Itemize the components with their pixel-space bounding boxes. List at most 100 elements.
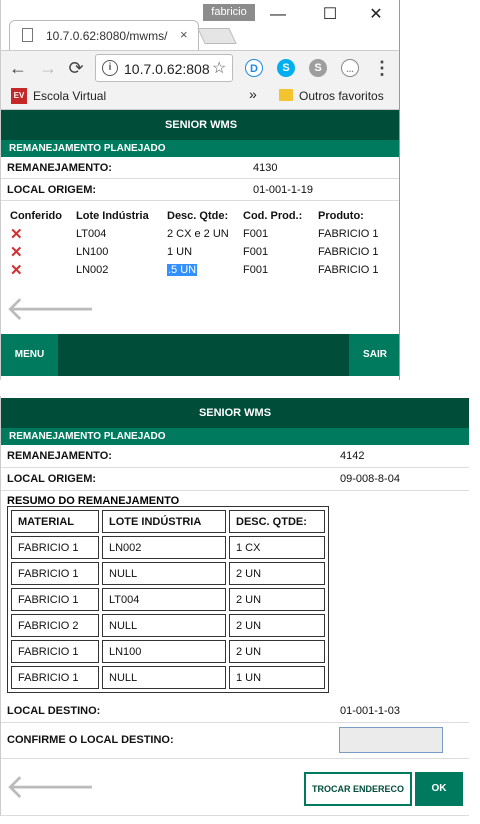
cell-qtde: 1 CX bbox=[229, 536, 325, 559]
cell-desc: 1 UN bbox=[167, 246, 193, 258]
bookmarks-bar: EV Escola Virtual » Outros favoritos bbox=[1, 84, 399, 110]
cell-lote: NULL bbox=[102, 666, 226, 689]
tab-title: 10.7.0.62:8080/mwms/ bbox=[46, 29, 168, 43]
footer-bar bbox=[1, 334, 399, 376]
sair-button[interactable]: SAIR bbox=[349, 334, 399, 376]
not-checked-icon: ✕ bbox=[10, 262, 23, 279]
browser-toolbar: ← → ⟳ i 10.7.0.62:8080 ☆ D S S ... ⋮ bbox=[1, 50, 399, 84]
forward-icon[interactable]: → bbox=[37, 57, 59, 79]
confirme-label: CONFIRME O LOCAL DESTINO: bbox=[7, 734, 174, 746]
col-lote-industria: Lote Indústria bbox=[76, 210, 149, 222]
extension-dots-icon[interactable]: ... bbox=[341, 59, 359, 77]
cell-qtde: 2 UN bbox=[229, 588, 325, 611]
table-row: FABRICIO 1 NULL 2 UN bbox=[11, 562, 325, 585]
trocar-endereco-button[interactable]: TROCAR ENDERECO bbox=[304, 772, 412, 806]
local-destino-input[interactable] bbox=[339, 727, 443, 753]
ok-button[interactable]: OK bbox=[415, 772, 463, 806]
reload-icon[interactable]: ⟳ bbox=[65, 57, 87, 79]
screen2-panel: SENIOR WMS REMANEJAMENTO PLANEJADO REMAN… bbox=[0, 396, 469, 816]
remanejamento-row: REMANEJAMENTO: 4142 bbox=[1, 445, 469, 468]
local-destino-label: LOCAL DESTINO: bbox=[7, 705, 101, 717]
local-destino-value: 01-001-1-03 bbox=[340, 705, 400, 717]
url-text[interactable]: 10.7.0.62:8080 bbox=[124, 61, 210, 77]
cell-cod: F001 bbox=[243, 246, 269, 258]
th-material: MATERIAL bbox=[11, 510, 99, 533]
table-header-row: MATERIAL LOTE INDÚSTRIA DESC. QTDE: bbox=[11, 510, 325, 533]
back-icon[interactable]: ← bbox=[7, 57, 29, 79]
cell-material: FABRICIO 1 bbox=[11, 562, 99, 585]
folder-icon bbox=[279, 89, 293, 101]
table-row: FABRICIO 1 LN100 2 UN bbox=[11, 640, 325, 663]
local-origem-row: LOCAL ORIGEM: 01-001-1-19 bbox=[1, 179, 399, 201]
th-lote-industria: LOTE INDÚSTRIA bbox=[102, 510, 226, 533]
skype-gray-icon[interactable]: S bbox=[309, 59, 327, 77]
col-conferido: Conferido bbox=[10, 210, 62, 222]
cell-material: FABRICIO 1 bbox=[11, 536, 99, 559]
bookmark-escola-virtual[interactable]: Escola Virtual bbox=[33, 89, 106, 103]
remanejamento-label: REMANEJAMENTO: bbox=[7, 162, 112, 174]
col-cod-prod: Cod. Prod.: bbox=[243, 210, 303, 222]
cell-qtde: 2 UN bbox=[229, 614, 325, 637]
extension-d-icon[interactable]: D bbox=[245, 59, 263, 77]
section-title: REMANEJAMENTO PLANEJADO bbox=[1, 428, 469, 445]
table-row: FABRICIO 2 NULL 2 UN bbox=[11, 614, 325, 637]
browser-window: fabricio — ☐ ✕ 10.7.0.62:8080/mwms/ × ← … bbox=[0, 0, 400, 380]
new-tab-button[interactable] bbox=[197, 28, 237, 44]
section-title: REMANEJAMENTO PLANEJADO bbox=[1, 140, 399, 157]
local-origem-label: LOCAL ORIGEM: bbox=[7, 473, 97, 485]
cell-material: FABRICIO 1 bbox=[11, 640, 99, 663]
local-origem-value: 01-001-1-19 bbox=[253, 184, 313, 196]
menu-button[interactable]: MENU bbox=[1, 334, 58, 376]
page-icon bbox=[22, 28, 33, 42]
local-origem-label: LOCAL ORIGEM: bbox=[7, 184, 97, 196]
browser-tab[interactable]: 10.7.0.62:8080/mwms/ × bbox=[9, 20, 199, 50]
maximize-button[interactable]: ☐ bbox=[315, 4, 345, 26]
skype-icon[interactable]: S bbox=[277, 59, 295, 77]
cell-desc-selected[interactable]: .5 UN bbox=[167, 264, 198, 276]
cell-lote: NULL bbox=[102, 614, 226, 637]
cell-material: FABRICIO 2 bbox=[11, 614, 99, 637]
bookmarks-overflow-icon[interactable]: » bbox=[249, 86, 257, 102]
cell-qtde: 2 UN bbox=[229, 640, 325, 663]
table-row: FABRICIO 1 LT004 2 UN bbox=[11, 588, 325, 611]
cell-lote: LT004 bbox=[102, 588, 226, 611]
bookmark-star-icon[interactable]: ☆ bbox=[212, 58, 226, 78]
table-row: FABRICIO 1 NULL 1 UN bbox=[11, 666, 325, 689]
summary-table: MATERIAL LOTE INDÚSTRIA DESC. QTDE: FABR… bbox=[7, 506, 329, 693]
close-window-button[interactable]: ✕ bbox=[361, 4, 391, 26]
cell-produto: FABRICIO 1 bbox=[318, 228, 379, 240]
cell-lote: LN100 bbox=[76, 246, 109, 258]
cell-cod: F001 bbox=[243, 228, 269, 240]
menu-dots-icon[interactable]: ⋮ bbox=[371, 57, 393, 79]
browser-titlebar: fabricio — ☐ ✕ 10.7.0.62:8080/mwms/ × bbox=[1, 0, 399, 50]
cell-produto: FABRICIO 1 bbox=[318, 246, 379, 258]
cell-qtde: 1 UN bbox=[229, 666, 325, 689]
tab-close-icon[interactable]: × bbox=[180, 27, 188, 42]
local-origem-row: LOCAL ORIGEM: 09-008-8-04 bbox=[1, 468, 469, 491]
minimize-button[interactable]: — bbox=[263, 4, 293, 26]
remanejamento-value: 4142 bbox=[340, 450, 365, 462]
back-arrow-icon[interactable]: 🡐 bbox=[5, 292, 96, 326]
remanejamento-label: REMANEJAMENTO: bbox=[7, 450, 112, 462]
cell-lote: LN002 bbox=[102, 536, 226, 559]
address-bar[interactable]: i 10.7.0.62:8080 ☆ bbox=[95, 54, 233, 82]
bookmark-outros-favoritos[interactable]: Outros favoritos bbox=[299, 89, 384, 103]
cell-material: FABRICIO 1 bbox=[11, 666, 99, 689]
th-desc-qtde: DESC. QTDE: bbox=[229, 510, 325, 533]
profile-badge[interactable]: fabricio bbox=[203, 4, 255, 21]
info-icon[interactable]: i bbox=[102, 60, 118, 76]
app-header: SENIOR WMS bbox=[1, 110, 399, 140]
table-row: FABRICIO 1 LN002 1 CX bbox=[11, 536, 325, 559]
local-destino-row: LOCAL DESTINO: 01-001-1-03 bbox=[1, 699, 469, 723]
cell-lote: LN002 bbox=[76, 264, 109, 276]
cell-desc: 2 CX e 2 UN bbox=[167, 228, 229, 240]
cell-lote: LT004 bbox=[76, 228, 107, 240]
cell-qtde: 2 UN bbox=[229, 562, 325, 585]
app-header: SENIOR WMS bbox=[1, 398, 469, 428]
cell-cod: F001 bbox=[243, 264, 269, 276]
col-produto: Produto: bbox=[318, 210, 364, 222]
col-desc-qtde: Desc. Qtde: bbox=[167, 210, 229, 222]
back-arrow-icon[interactable]: 🡐 bbox=[5, 770, 96, 804]
remanejamento-row: REMANEJAMENTO: 4130 bbox=[1, 157, 399, 179]
not-checked-icon: ✕ bbox=[10, 226, 23, 243]
